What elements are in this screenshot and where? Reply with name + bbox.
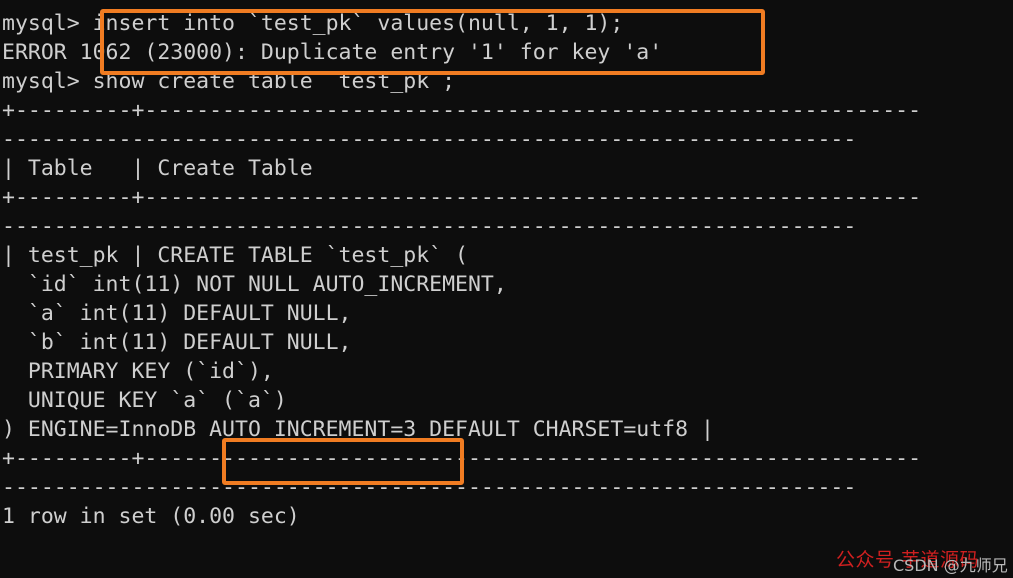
table-separator-mid-part1: +---------+-----------------------------…	[2, 185, 922, 210]
table-separator-bottom-part2: ----------------------------------------…	[2, 475, 857, 500]
result-summary-line: 1 row in set (0.00 sec)	[2, 504, 300, 529]
ddl-line-unique-key: UNIQUE KEY `a` (`a`)	[2, 388, 287, 413]
terminal-output: mysql> insert into `test_pk` values(null…	[2, 9, 1013, 531]
mysql-terminal-window: mysql> insert into `test_pk` values(null…	[0, 0, 1013, 578]
terminal-line-error-1062: ERROR 1062 (23000): Duplicate entry '1' …	[2, 40, 663, 65]
table-separator-top-part1: +---------+-----------------------------…	[2, 98, 922, 123]
table-separator-mid: +---------+-----------------------------…	[2, 183, 1013, 241]
ddl-line-id-column: `id` int(11) NOT NULL AUTO_INCREMENT,	[2, 272, 507, 297]
table-separator-bottom-part1: +---------+-----------------------------…	[2, 446, 922, 471]
table-separator-bottom: +---------+-----------------------------…	[2, 444, 1013, 502]
ddl-line-a-column: `a` int(11) DEFAULT NULL,	[2, 301, 352, 326]
table-separator-top: +---------+-----------------------------…	[2, 96, 1013, 154]
watermark-gray: CSDN @九师兄	[893, 556, 1008, 575]
table-separator-mid-part2: ----------------------------------------…	[2, 214, 857, 239]
ddl-line-b-column: `b` int(11) DEFAULT NULL,	[2, 330, 352, 355]
ddl-line-primary-key: PRIMARY KEY (`id`),	[2, 359, 274, 384]
terminal-line-insert-statement: mysql> insert into `test_pk` values(null…	[2, 11, 624, 36]
table-header-row: | Table | Create Table	[2, 156, 313, 181]
terminal-line-show-create-table: mysql> show create table `test_pk`;	[2, 69, 456, 94]
table-row-create-table-open: | test_pk | CREATE TABLE `test_pk` (	[2, 243, 468, 268]
table-separator-top-part2: ----------------------------------------…	[2, 127, 857, 152]
ddl-line-engine-options: ) ENGINE=InnoDB AUTO_INCREMENT=3 DEFAULT…	[2, 417, 714, 442]
